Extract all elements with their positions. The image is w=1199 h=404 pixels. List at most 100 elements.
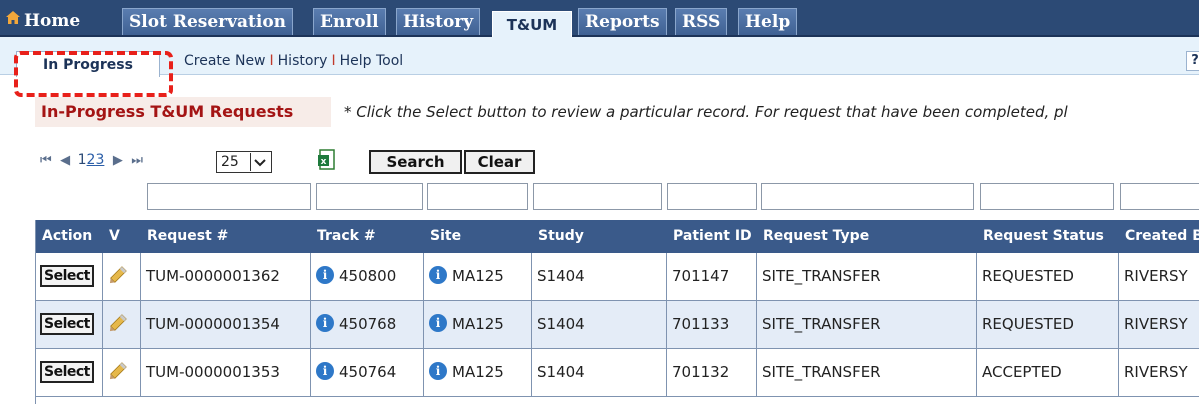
- tab-reports[interactable]: Reports: [578, 8, 667, 35]
- col-request-status[interactable]: Request Status: [977, 220, 1119, 253]
- study-cell: S1404: [532, 301, 667, 348]
- site-cell: i MA125: [424, 349, 532, 396]
- col-created-by[interactable]: Created By: [1119, 220, 1199, 253]
- info-icon[interactable]: i: [429, 265, 447, 284]
- info-icon[interactable]: i: [316, 265, 334, 284]
- filter-status-input[interactable]: [980, 183, 1114, 210]
- svg-text:x: x: [321, 157, 327, 167]
- instruction-text: * Click the Select button to review a pa…: [344, 103, 1068, 121]
- table-header: Action V Request # Track # Site Study Pa…: [36, 220, 1199, 253]
- subtab-in-progress[interactable]: In Progress: [16, 51, 160, 77]
- site-cell: i MA125: [424, 253, 532, 300]
- top-nav: Home Slot Reservation Enroll History T&U…: [0, 0, 1199, 37]
- info-icon[interactable]: i: [429, 361, 447, 380]
- link-help-tool[interactable]: Help Tool: [340, 53, 404, 69]
- col-study[interactable]: Study: [532, 220, 667, 253]
- filter-created-input[interactable]: [1120, 183, 1199, 210]
- track-cell: i 450768: [311, 301, 424, 348]
- help-button[interactable]: ?: [1186, 51, 1199, 71]
- tab-help[interactable]: Help: [738, 8, 798, 35]
- col-track[interactable]: Track #: [311, 220, 424, 253]
- table-row: Select TUM-0000001353 i 450764 i MA125 S14…: [36, 349, 1199, 397]
- patient-cell: 701133: [667, 301, 757, 348]
- excel-export-icon[interactable]: x: [317, 149, 336, 171]
- track-value: 450764: [339, 363, 397, 381]
- filter-study-input[interactable]: [533, 183, 662, 210]
- select-button[interactable]: Select: [40, 313, 94, 335]
- created-by-cell: RIVERSY: [1124, 267, 1188, 285]
- col-site[interactable]: Site: [424, 220, 532, 253]
- filter-type-input[interactable]: [761, 183, 974, 210]
- patient-cell: 701132: [667, 349, 757, 396]
- next-page-icon[interactable]: ▶: [113, 153, 123, 168]
- col-request-type[interactable]: Request Type: [757, 220, 977, 253]
- study-cell: S1404: [532, 253, 667, 300]
- action-cell: Select: [36, 301, 103, 348]
- info-icon[interactable]: i: [316, 361, 334, 380]
- link-create-new[interactable]: Create New: [184, 53, 266, 69]
- tab-slot-reservation[interactable]: Slot Reservation: [122, 8, 294, 35]
- info-icon[interactable]: i: [316, 313, 334, 332]
- pager: ⏮ ◀ 123 ▶ ⏭: [40, 149, 143, 171]
- filter-site-input[interactable]: [427, 183, 528, 210]
- table-row: Select TUM-0000001354 i 450768 i MA125 S14…: [36, 301, 1199, 349]
- page-3[interactable]: 3: [95, 152, 104, 168]
- action-cell: Select: [36, 253, 103, 300]
- separator: I: [331, 53, 336, 69]
- separator: I: [269, 53, 274, 69]
- created-by-cell: RIVERSY: [1124, 315, 1188, 333]
- pencil-edit-icon[interactable]: [106, 313, 128, 335]
- status-cell: REQUESTED: [977, 253, 1119, 300]
- request-cell: TUM-0000001354: [141, 301, 311, 348]
- created-by-cell: RIVERSY: [1124, 363, 1188, 381]
- pencil-edit-icon[interactable]: [106, 361, 128, 383]
- v-cell: [103, 349, 141, 396]
- section-title: In-Progress T&UM Requests: [35, 97, 331, 127]
- info-icon[interactable]: i: [429, 313, 447, 332]
- tab-home[interactable]: Home: [0, 8, 86, 35]
- col-v: V: [109, 228, 120, 244]
- site-cell: i MA125: [424, 301, 532, 348]
- tab-history[interactable]: History: [396, 8, 481, 35]
- subnav-links: Create New I History I Help Tool: [184, 51, 403, 71]
- type-cell: SITE_TRANSFER: [757, 301, 977, 348]
- track-value: 450800: [339, 267, 397, 285]
- select-button[interactable]: Select: [40, 265, 94, 287]
- site-value: MA125: [452, 315, 504, 333]
- site-value: MA125: [452, 267, 504, 285]
- tab-rss[interactable]: RSS: [675, 8, 728, 35]
- col-action: Action: [42, 228, 93, 244]
- chevron-down-icon[interactable]: [250, 153, 270, 171]
- pencil-edit-icon[interactable]: [106, 265, 128, 287]
- last-page-icon[interactable]: ⏭: [131, 153, 143, 168]
- requests-table: Action V Request # Track # Site Study Pa…: [35, 220, 1199, 404]
- sub-nav: In Progress Create New I History I Help Tool…: [0, 37, 1199, 77]
- request-cell: TUM-0000001362: [141, 253, 311, 300]
- filter-track-input[interactable]: [316, 183, 423, 210]
- tab-tum[interactable]: T&UM: [492, 11, 572, 37]
- page-1[interactable]: 1: [78, 152, 87, 168]
- request-cell: TUM-0000001353: [141, 349, 311, 396]
- action-cell: Select: [36, 349, 103, 396]
- track-value: 450768: [339, 315, 397, 333]
- type-cell: SITE_TRANSFER: [757, 349, 977, 396]
- status-cell: ACCEPTED: [977, 349, 1119, 396]
- page-size-select[interactable]: 25: [216, 151, 272, 173]
- site-value: MA125: [452, 363, 504, 381]
- select-button[interactable]: Select: [40, 361, 94, 383]
- link-history[interactable]: History: [278, 53, 328, 69]
- page-size-value: 25: [221, 154, 239, 170]
- filter-request-input[interactable]: [147, 183, 311, 210]
- filter-patient-input[interactable]: [667, 183, 757, 210]
- first-page-icon[interactable]: ⏮: [40, 153, 52, 168]
- search-button[interactable]: Search: [369, 150, 462, 174]
- clear-button[interactable]: Clear: [464, 150, 535, 174]
- status-cell: REQUESTED: [977, 301, 1119, 348]
- type-cell: SITE_TRANSFER: [757, 253, 977, 300]
- col-patient-id[interactable]: Patient ID: [667, 220, 763, 253]
- col-request[interactable]: Request #: [141, 220, 311, 253]
- table-row: Select TUM-0000001362 i 450800 i MA125 S14…: [36, 253, 1199, 301]
- patient-cell: 701147: [667, 253, 757, 300]
- tab-enroll[interactable]: Enroll: [313, 8, 386, 35]
- prev-page-icon[interactable]: ◀: [60, 153, 70, 168]
